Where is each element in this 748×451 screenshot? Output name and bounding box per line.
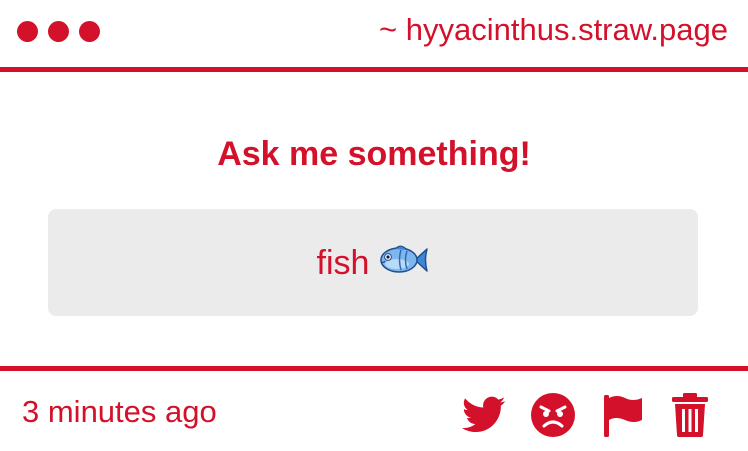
site-url[interactable]: ~ hyyacinthus.straw.page [379, 10, 728, 50]
action-bar [462, 391, 710, 439]
fish-icon [379, 242, 429, 283]
footer-divider [0, 366, 748, 371]
answer-box: fish [48, 209, 698, 316]
window-dot [17, 21, 38, 42]
window-dot [48, 21, 69, 42]
report-flag-button[interactable] [600, 392, 646, 438]
twitter-share-button[interactable] [462, 396, 506, 434]
prompt-heading: Ask me something! [217, 135, 531, 173]
window-dots [17, 21, 100, 42]
trash-icon [672, 393, 708, 437]
title-bar: ~ hyyacinthus.straw.page [0, 0, 748, 68]
timestamp: 3 minutes ago [22, 394, 217, 429]
window-dot [79, 21, 100, 42]
question-card: ~ hyyacinthus.straw.page Ask me somethin… [0, 0, 748, 451]
angry-face-icon [531, 393, 575, 437]
header-divider [0, 67, 748, 72]
delete-button[interactable] [670, 392, 710, 438]
angry-reaction-button[interactable] [530, 392, 576, 438]
answer-text: fish [316, 243, 370, 282]
flag-icon [604, 395, 642, 437]
twitter-bird-icon [462, 396, 506, 433]
